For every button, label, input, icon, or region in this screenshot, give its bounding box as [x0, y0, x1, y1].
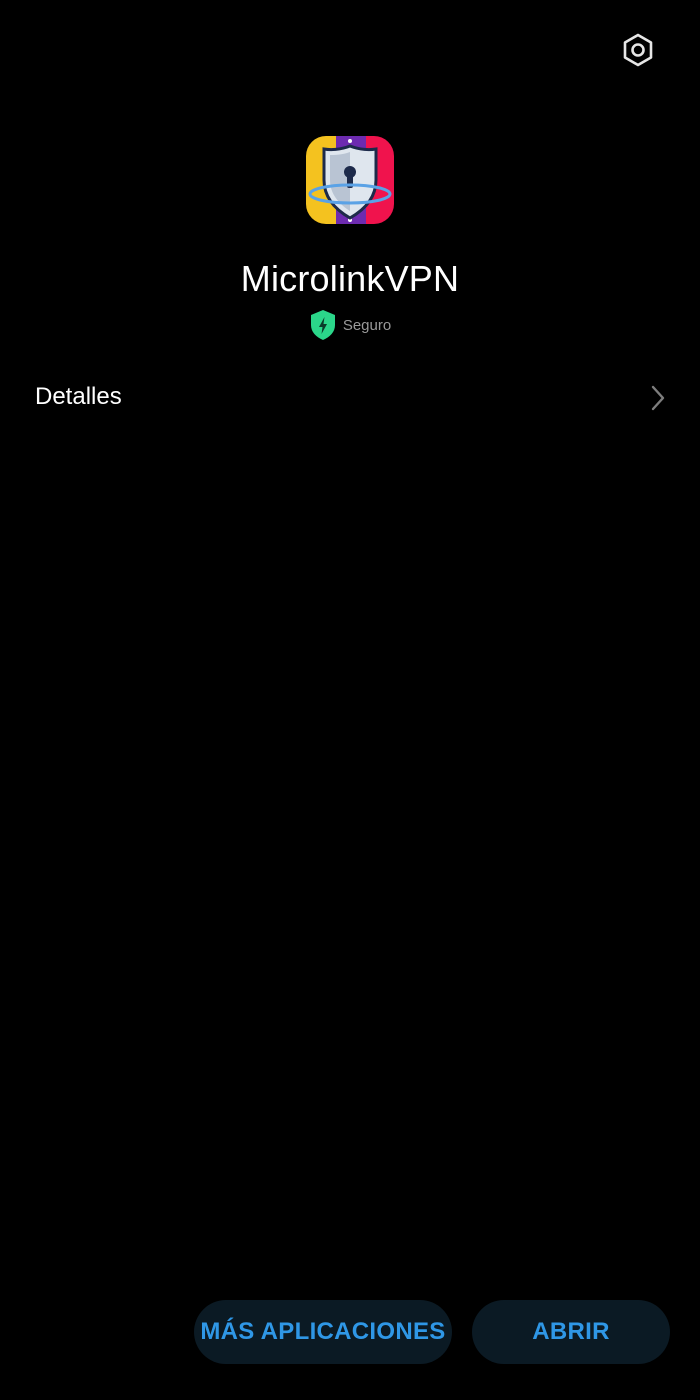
safety-status: Seguro	[0, 309, 700, 341]
app-shield-keyhole-icon	[306, 136, 394, 224]
details-row[interactable]: Detalles	[0, 366, 700, 428]
details-label: Detalles	[35, 383, 122, 410]
more-apps-button[interactable]: MÁS APLICACIONES	[194, 1300, 452, 1364]
safety-label: Seguro	[342, 316, 392, 334]
app-name: MicrolinkVPN	[240, 258, 460, 299]
settings-button[interactable]	[616, 28, 660, 72]
open-button[interactable]: ABRIR	[472, 1300, 670, 1364]
app-icon	[306, 136, 394, 224]
shield-bolt-icon	[310, 310, 335, 340]
chevron-right-icon	[651, 385, 665, 411]
settings-hexagon-icon	[623, 33, 653, 67]
